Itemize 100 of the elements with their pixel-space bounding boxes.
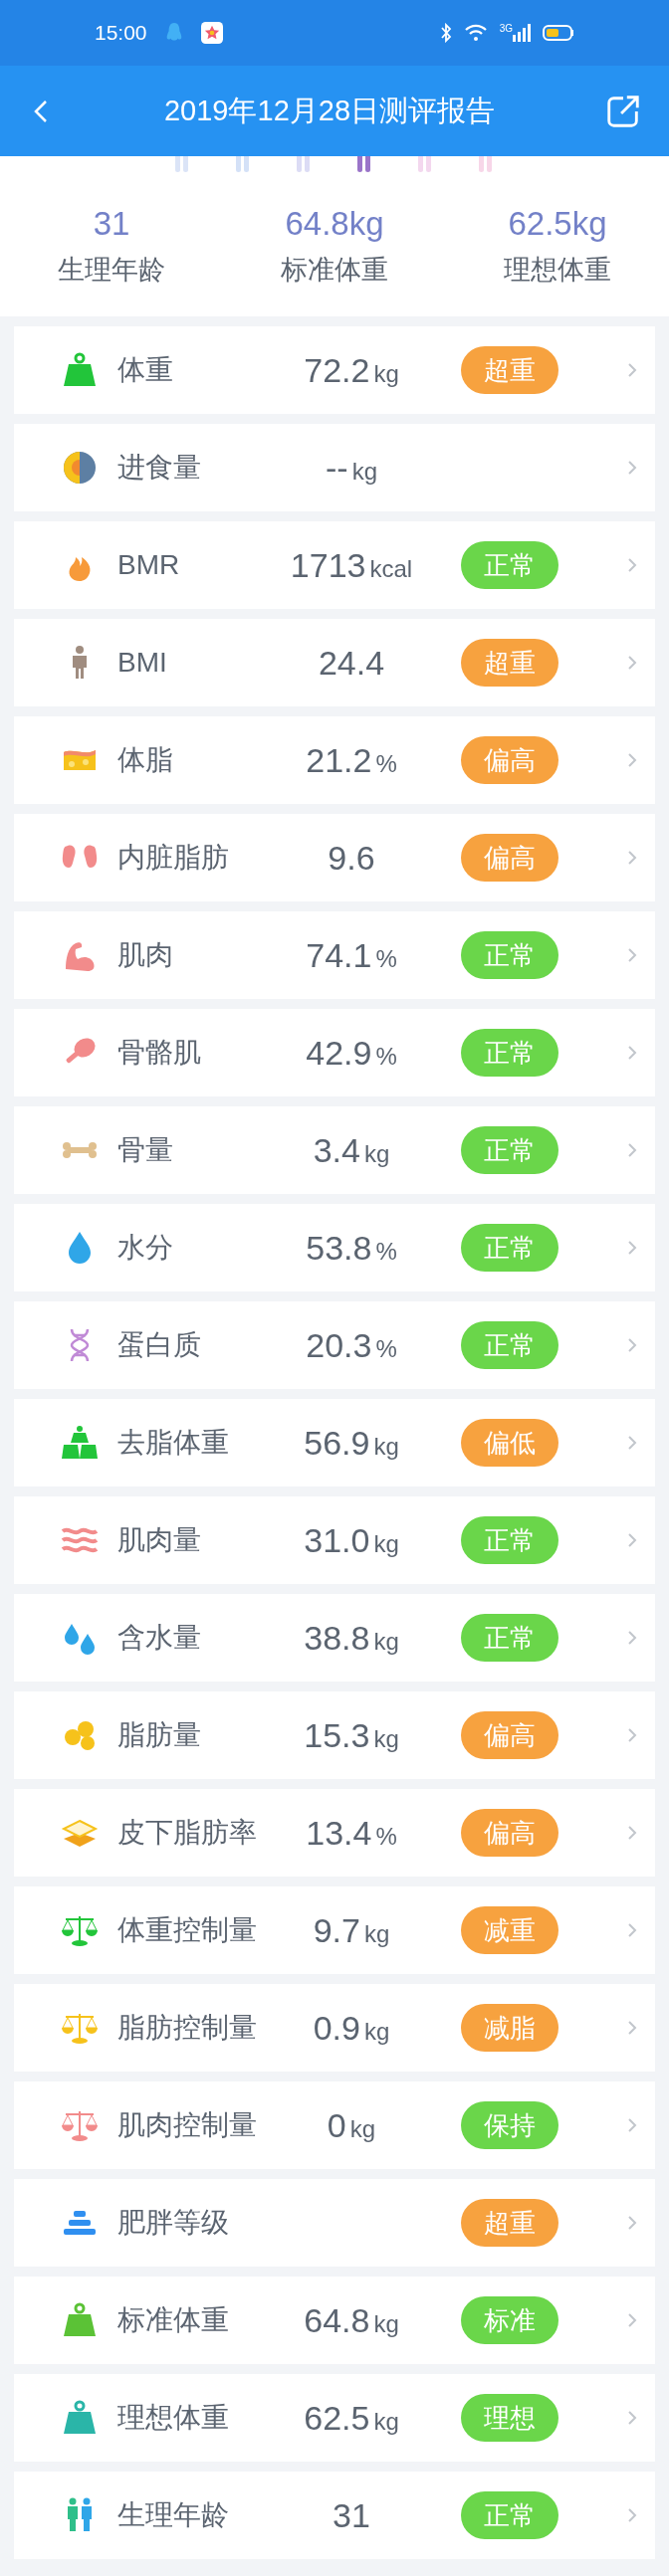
status-pill: 超重	[461, 639, 558, 687]
signal-icon	[513, 24, 531, 42]
status-pill: 正常	[461, 2491, 558, 2539]
summary-value: 62.5kg	[508, 204, 607, 244]
metric-unit: kg	[373, 358, 399, 389]
chevron-right-icon	[627, 460, 637, 476]
metric-label: 水分	[117, 1231, 174, 1265]
metric-value: 0.9	[313, 2007, 360, 2049]
metric-row[interactable]: 脂肪量 15.3 kg 偏高	[14, 1691, 655, 1779]
chevron-right-icon	[627, 1727, 637, 1743]
metric-row[interactable]: BMI 24.4 超重	[14, 619, 655, 706]
metric-row[interactable]: BMR 1713 kcal 正常	[14, 521, 655, 609]
metric-value: 20.3	[306, 1324, 372, 1366]
metric-label: 含水量	[117, 1621, 202, 1655]
chevron-right-icon	[627, 2215, 637, 2231]
metric-row[interactable]: 肌肉控制量 0 kg 保持	[14, 2081, 655, 2169]
metric-value: 13.4	[306, 1812, 372, 1854]
status-pill: 保持	[461, 2101, 558, 2149]
chevron-right-icon	[627, 2410, 637, 2426]
metric-label: 肌肉	[117, 938, 174, 972]
metric-row[interactable]: 内脏脂肪 9.6 偏高	[14, 814, 655, 901]
chevron-right-icon	[627, 2020, 637, 2036]
chevron-right-icon	[627, 2117, 637, 2133]
metric-row[interactable]: 骨骼肌 42.9% 正常	[14, 1009, 655, 1096]
metric-row[interactable]: 体脂 21.2% 偏高	[14, 716, 655, 804]
metric-value: 9.7	[313, 1909, 360, 1951]
metric-label: 体脂	[117, 743, 174, 777]
metric-label: 内脏脂肪	[117, 841, 230, 875]
star-app-icon	[200, 22, 223, 44]
metric-row[interactable]: 蛋白质 20.3% 正常	[14, 1301, 655, 1389]
metric-unit: %	[375, 1236, 397, 1267]
metric-label: 肌肉量	[117, 1523, 202, 1557]
metric-value: 9.6	[328, 837, 375, 879]
metric-label: 生理年龄	[117, 2498, 230, 2532]
status-pill: 正常	[461, 1321, 558, 1369]
metric-unit: kg	[363, 1138, 390, 1169]
metric-value: --	[326, 447, 348, 489]
metric-row[interactable]: 肥胖等级 超重	[14, 2179, 655, 2267]
chevron-right-icon	[627, 1240, 637, 1256]
metric-label: 蛋白质	[117, 1328, 202, 1362]
chevron-right-icon	[627, 1532, 637, 1548]
metric-value: 31	[333, 2494, 370, 2536]
chevron-right-icon	[627, 1142, 637, 1158]
metric-label: 理想体重	[117, 2401, 230, 2435]
metric-unit: kg	[351, 456, 377, 487]
metric-value: 74.1	[306, 934, 372, 976]
metric-unit: %	[375, 1821, 397, 1852]
metric-unit: kg	[349, 2113, 376, 2144]
bluetooth-icon	[439, 23, 452, 43]
summary-label: 理想体重	[504, 254, 611, 287]
metric-unit: %	[375, 1333, 397, 1364]
metric-label: 去脂体重	[117, 1426, 230, 1460]
status-pill: 理想	[461, 2394, 558, 2442]
metric-row[interactable]: 脂肪控制量 0.9 kg 减脂	[14, 1984, 655, 2072]
metric-row[interactable]: 标准体重 64.8 kg 标准	[14, 2277, 655, 2364]
metric-row[interactable]: 含水量 38.8 kg 正常	[14, 1594, 655, 1682]
metric-unit: kg	[373, 1723, 399, 1754]
metric-row[interactable]: 理想体重 62.5 kg 理想	[14, 2374, 655, 2462]
metric-value: 38.8	[304, 1617, 370, 1659]
metric-row[interactable]: 体重 72.2 kg 超重	[14, 326, 655, 414]
metric-unit: kg	[373, 1431, 399, 1462]
metric-label: 肌肉控制量	[117, 2108, 258, 2142]
metric-row[interactable]: 去脂体重 56.9 kg 偏低	[14, 1399, 655, 1486]
metric-row[interactable]: 肌肉 74.1% 正常	[14, 911, 655, 999]
metric-label: 骨骼肌	[117, 1036, 202, 1070]
metric-row[interactable]: 体重控制量 9.7 kg 减重	[14, 1886, 655, 1974]
summary-label: 标准体重	[281, 254, 388, 287]
summary-label: 生理年龄	[58, 254, 165, 287]
summary-value: 64.8kg	[285, 204, 384, 244]
status-pill: 超重	[461, 2199, 558, 2247]
metric-unit: %	[375, 943, 397, 974]
chevron-right-icon	[627, 2312, 637, 2328]
metric-value: 64.8	[304, 2299, 370, 2341]
metric-label: 进食量	[117, 451, 202, 485]
metric-row[interactable]: 生理年龄 31 正常	[14, 2472, 655, 2559]
metric-row[interactable]: 进食量 --kg	[14, 424, 655, 511]
metric-value: 0	[327, 2104, 346, 2146]
metric-unit: kg	[363, 1918, 390, 1949]
metric-row[interactable]: 水分 53.8% 正常	[14, 1204, 655, 1291]
battery-icon	[543, 25, 574, 41]
status-pill: 正常	[461, 1126, 558, 1174]
metric-value: 24.4	[318, 642, 385, 684]
metric-label: BMI	[117, 646, 168, 680]
metric-unit: kg	[373, 2406, 399, 2437]
chevron-right-icon	[627, 1435, 637, 1451]
status-pill: 偏高	[461, 834, 558, 882]
metric-row[interactable]: 皮下脂肪率 13.4% 偏高	[14, 1789, 655, 1877]
metric-unit: %	[375, 1041, 397, 1072]
metric-row[interactable]: 骨量 3.4 kg 正常	[14, 1106, 655, 1194]
metric-value: 21.2	[306, 739, 372, 781]
metric-unit: kg	[363, 2016, 390, 2047]
chevron-right-icon	[627, 1922, 637, 1938]
chevron-right-icon	[627, 850, 637, 866]
back-icon	[34, 99, 48, 123]
metric-value: 31.0	[304, 1519, 370, 1561]
metric-label: 脂肪量	[117, 1718, 202, 1752]
chevron-right-icon	[627, 947, 637, 963]
page-title: 2019年12月28日测评报告	[163, 93, 496, 128]
metric-unit: kg	[373, 2308, 399, 2339]
metric-row[interactable]: 肌肉量 31.0 kg 正常	[14, 1496, 655, 1584]
